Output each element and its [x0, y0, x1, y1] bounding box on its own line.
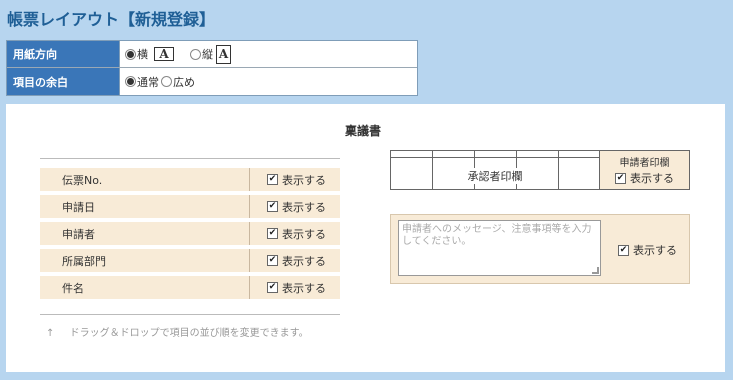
margin-normal-radio[interactable]: [125, 76, 136, 87]
orientation-portrait-option[interactable]: 縦 A: [190, 44, 231, 64]
layout-preview: 稟議書 伝票No. ✔ 表示する 申請日 ✔ 表示する 申請者 ✔ 表示する 所…: [6, 104, 725, 372]
message-textarea[interactable]: 申請者へのメッセージ、注意事項等を入力してください。: [398, 220, 601, 276]
approver-stamp-grid: 承認者印欄: [391, 151, 599, 189]
field-label: 件名: [40, 276, 250, 299]
resize-grip-icon[interactable]: [592, 267, 599, 274]
portrait-radio[interactable]: [190, 48, 201, 60]
document-title: 稟議書: [345, 124, 382, 138]
message-toggle[interactable]: ✔ 表示する: [618, 242, 677, 258]
paper-landscape-icon: A: [154, 47, 174, 61]
message-placeholder: 申請者へのメッセージ、注意事項等を入力してください。: [402, 224, 592, 247]
margin-normal-option[interactable]: 通常: [125, 74, 159, 90]
field-toggle-label: 表示する: [282, 227, 326, 241]
field-checkbox[interactable]: ✔: [267, 228, 278, 239]
applicant-stamp-label: 申請者印欄: [619, 158, 670, 169]
margin-wide-radio[interactable]: [161, 76, 172, 87]
field-toggle[interactable]: ✔ 表示する: [250, 253, 340, 269]
field-checkbox[interactable]: ✔: [267, 255, 278, 266]
margin-row: 項目の余白 通常 広め: [7, 68, 417, 95]
margin-options: 通常 広め: [120, 68, 417, 95]
up-arrow-icon: ↑: [46, 328, 55, 339]
applicant-stamp-toggle-label: 表示する: [630, 172, 674, 185]
page-title: 帳票レイアウト【新規登録】: [7, 10, 216, 29]
orientation-label: 用紙方向: [7, 41, 120, 67]
field-toggle[interactable]: ✔ 表示する: [250, 199, 340, 215]
field-toggle[interactable]: ✔ 表示する: [250, 172, 340, 188]
margin-normal-label: 通常: [137, 75, 159, 89]
message-checkbox[interactable]: ✔: [618, 244, 629, 256]
field-label: 伝票No.: [40, 168, 250, 191]
field-label: 所属部門: [40, 249, 250, 272]
applicant-stamp-checkbox[interactable]: ✔: [615, 172, 626, 184]
margin-wide-label: 広め: [173, 75, 195, 89]
options-table: 用紙方向 横 A 縦 A 項目の余白 通常 広め: [6, 40, 418, 96]
field-checkbox[interactable]: ✔: [267, 282, 278, 293]
portrait-label: 縦: [202, 48, 213, 61]
margin-wide-option[interactable]: 広め: [161, 74, 195, 90]
field-toggle-label: 表示する: [282, 281, 326, 295]
drag-hint-text: ドラッグ＆ドロップで項目の並び順を変更できます。: [69, 328, 309, 339]
field-row[interactable]: 伝票No. ✔ 表示する: [40, 168, 340, 191]
field-row[interactable]: 所属部門 ✔ 表示する: [40, 249, 340, 272]
landscape-label: 横: [137, 48, 148, 61]
field-toggle[interactable]: ✔ 表示する: [250, 280, 340, 296]
field-toggle-label: 表示する: [282, 200, 326, 214]
field-row[interactable]: 申請日 ✔ 表示する: [40, 195, 340, 218]
margin-label: 項目の余白: [7, 68, 120, 95]
approver-stamp-label: 承認者印欄: [433, 168, 557, 184]
orientation-landscape-option[interactable]: 横 A: [125, 46, 174, 62]
field-label: 申請日: [40, 195, 250, 218]
applicant-stamp-toggle[interactable]: ✔ 表示する: [600, 170, 689, 186]
field-toggle-label: 表示する: [282, 254, 326, 268]
orientation-row: 用紙方向 横 A 縦 A: [7, 41, 417, 68]
field-list: 伝票No. ✔ 表示する 申請日 ✔ 表示する 申請者 ✔ 表示する 所属部門 …: [40, 158, 340, 299]
paper-portrait-icon: A: [216, 44, 231, 64]
message-toggle-label: 表示する: [633, 244, 677, 257]
landscape-radio[interactable]: [125, 48, 136, 60]
list-divider: [40, 314, 340, 315]
field-row[interactable]: 申請者 ✔ 表示する: [40, 222, 340, 245]
field-checkbox[interactable]: ✔: [267, 201, 278, 212]
field-checkbox[interactable]: ✔: [267, 174, 278, 185]
field-toggle[interactable]: ✔ 表示する: [250, 226, 340, 242]
field-row[interactable]: 件名 ✔ 表示する: [40, 276, 340, 299]
field-toggle-label: 表示する: [282, 173, 326, 187]
drag-hint: ↑ ドラッグ＆ドロップで項目の並び順を変更できます。: [46, 324, 309, 339]
field-label: 申請者: [40, 222, 250, 245]
stamp-section: 承認者印欄 申請者印欄 ✔ 表示する: [390, 150, 690, 190]
orientation-options: 横 A 縦 A: [120, 41, 417, 67]
message-section: 申請者へのメッセージ、注意事項等を入力してください。 ✔ 表示する: [390, 214, 690, 284]
applicant-stamp-panel: 申請者印欄 ✔ 表示する: [599, 151, 689, 189]
